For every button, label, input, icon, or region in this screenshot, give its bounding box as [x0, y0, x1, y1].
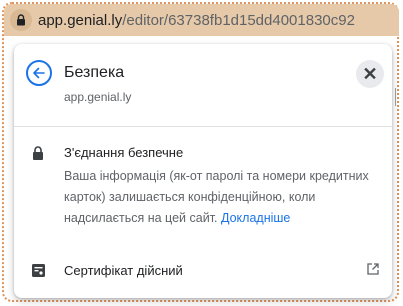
popup-subtitle: app.genial.ly	[64, 90, 132, 104]
page-edge-mark	[395, 88, 402, 106]
popup-title: Безпека	[64, 64, 125, 81]
url-path: /editor/63738fb1d15dd4001830c92	[122, 11, 355, 29]
lock-icon	[17, 14, 25, 26]
learn-more-link[interactable]: Докладніше	[221, 211, 290, 225]
lock-icon	[33, 146, 43, 160]
back-button[interactable]	[26, 60, 52, 86]
close-icon: ✕	[362, 63, 378, 84]
url-domain: app.genial.ly	[38, 11, 123, 29]
connection-description: Ваша інформація (як-от паролі та номери …	[64, 166, 384, 229]
external-link-icon[interactable]	[366, 262, 380, 276]
connection-description-text: Ваша інформація (як-от паролі та номери …	[64, 169, 369, 225]
site-security-popup: Безпека app.genial.ly ✕ З'єднання безпеч…	[14, 44, 392, 298]
url-text[interactable]: app.genial.ly/editor/63738fb1d15dd400183…	[38, 12, 355, 29]
address-bar[interactable]: app.genial.ly/editor/63738fb1d15dd400183…	[4, 4, 399, 36]
close-button[interactable]: ✕	[356, 60, 384, 88]
arrow-left-icon	[33, 67, 45, 79]
certificate-icon	[32, 264, 45, 277]
connection-status-title: З'єднання безпечне	[64, 145, 184, 160]
site-info-button[interactable]	[10, 9, 32, 31]
divider	[14, 126, 392, 127]
certificate-valid-label[interactable]: Сертифікат дійсний	[64, 263, 183, 278]
